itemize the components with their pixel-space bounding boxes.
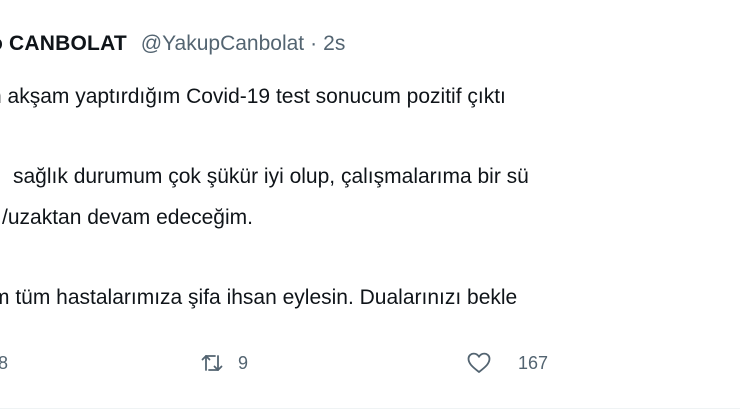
like-button[interactable]: 167 xyxy=(466,346,548,380)
heart-icon xyxy=(466,351,492,375)
retweet-button[interactable]: 9 xyxy=(200,346,248,380)
retweet-count: 9 xyxy=(238,352,249,373)
tweet-header: o CANBOLAT @YakupCanbolat · 2s xyxy=(0,30,345,58)
tweet[interactable]: o CANBOLAT @YakupCanbolat · 2s n akşam yap… xyxy=(0,0,740,417)
author-handle[interactable]: @YakupCanbolat xyxy=(141,32,304,55)
like-count: 167 xyxy=(518,352,549,373)
tweet-text-line: sağlık durumum çok şükür iyi olup, çalış… xyxy=(13,165,529,188)
tweet-timestamp[interactable]: 2s xyxy=(323,32,345,55)
tweet-text-line: n akşam yaptırdığım Covid-19 test sonucu… xyxy=(0,85,506,108)
tweet-text-line: m tüm hastalarımıza şifa ihsan eylesin. … xyxy=(0,286,518,309)
tweet-divider xyxy=(0,408,740,409)
reply-button[interactable]: 8 xyxy=(0,346,8,380)
author-name[interactable]: o CANBOLAT xyxy=(0,32,127,55)
separator-dot: · xyxy=(310,32,318,55)
tweet-text-line: /uzaktan devam edeceğim. xyxy=(2,206,253,229)
tweet-actions: 8 9 167 xyxy=(0,346,740,380)
retweet-icon xyxy=(200,352,224,374)
reply-count: 8 xyxy=(0,352,9,373)
